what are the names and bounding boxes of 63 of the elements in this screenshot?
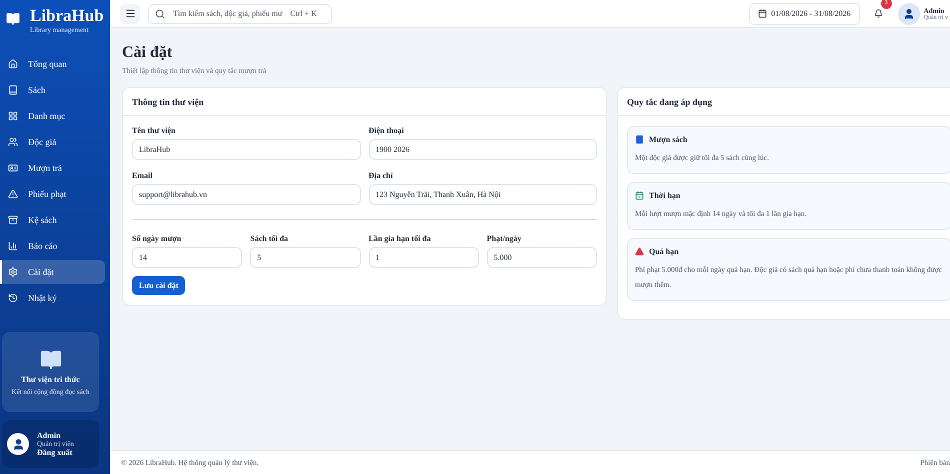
- menu-icon: [124, 8, 136, 19]
- avatar-icon[interactable]: [898, 2, 920, 24]
- nav-item[interactable]: Phiếu phạt: [0, 182, 105, 206]
- promo-title: Thư viện tri thức: [21, 374, 80, 384]
- search-placeholder: Tìm kiếm sách, độc giả, phiếu mư: [173, 9, 282, 18]
- nav-item[interactable]: Tổng quan: [0, 52, 105, 76]
- reading-icon: [40, 348, 62, 370]
- shortcut-hint: Ctrl + K: [290, 9, 317, 18]
- nav-item[interactable]: Độc giả: [0, 130, 105, 154]
- book-icon: [635, 135, 644, 144]
- input-field[interactable]: 1900 2026: [368, 139, 597, 160]
- card-title: Quy tắc đang áp dụng: [627, 96, 712, 106]
- field-label: Tên thư viện: [132, 126, 176, 135]
- warning-icon: [8, 189, 18, 199]
- field-label: Email: [132, 171, 154, 180]
- warning-icon: [635, 247, 644, 256]
- search-icon: [155, 8, 165, 18]
- nav-item[interactable]: Kệ sách: [0, 208, 105, 232]
- archive-icon: [8, 215, 18, 225]
- input-field[interactable]: 5: [250, 247, 360, 268]
- avatar-icon: [7, 433, 29, 455]
- input-field[interactable]: 123 Nguyễn Trãi, Thanh Xuân, Hà Nội: [368, 184, 597, 205]
- home-icon: [8, 59, 18, 69]
- field-label: Sách tối đa: [250, 234, 290, 243]
- book-icon: [8, 85, 18, 95]
- field-label: Số ngày mượn: [132, 234, 182, 243]
- field-label: Địa chỉ: [368, 171, 394, 180]
- field-label: Điện thoại: [368, 126, 405, 135]
- nav-item[interactable]: Nhật ký: [0, 286, 105, 310]
- calendar-icon: [635, 191, 644, 200]
- input-field[interactable]: LibraHub: [132, 139, 360, 160]
- rule-title: Thời hạn: [649, 191, 680, 200]
- input-field[interactable]: 14: [132, 247, 242, 268]
- brand-name: LibraHub: [30, 6, 104, 26]
- page-title: Cài đặt: [122, 44, 174, 62]
- date-range-picker[interactable]: 01/08/2026 - 31/08/2026: [749, 2, 860, 24]
- field-label: Lần gia hạn tối đa: [368, 234, 432, 243]
- chart-icon: [8, 241, 18, 251]
- user-name: Admin: [37, 431, 62, 440]
- settings-icon: [8, 267, 18, 277]
- rule-title: Mượn sách: [649, 135, 688, 144]
- input-field[interactable]: support@librahub.vn: [132, 184, 360, 205]
- card-title: Thông tin thư viện: [132, 96, 204, 106]
- input-field[interactable]: 5.000: [486, 247, 597, 268]
- search-field[interactable]: Tìm kiếm sách, độc giả, phiếu mư Ctrl + K: [148, 4, 332, 24]
- history-icon: [8, 293, 18, 303]
- input-field[interactable]: 1: [368, 247, 479, 268]
- grid-icon: [8, 111, 18, 121]
- rule-title: Quá hạn: [649, 247, 679, 256]
- users-icon: [8, 137, 18, 147]
- nav-item[interactable]: Mượn trả: [0, 156, 105, 180]
- id-card-icon: [8, 163, 18, 173]
- calendar-icon: [758, 9, 768, 18]
- nav-item[interactable]: Danh mục: [0, 104, 105, 128]
- nav-item[interactable]: Cài đặt: [0, 260, 105, 284]
- bell-icon: [874, 9, 884, 18]
- field-label: Phạt/ngày: [486, 234, 522, 243]
- nav-item[interactable]: Báo cáo: [0, 234, 105, 258]
- save-button[interactable]: Lưu cài đặt: [132, 276, 186, 295]
- logout-link[interactable]: Đăng xuất: [37, 448, 74, 457]
- book-icon: [6, 12, 20, 26]
- nav-item[interactable]: Sách: [0, 78, 105, 102]
- menu-button[interactable]: [120, 4, 140, 24]
